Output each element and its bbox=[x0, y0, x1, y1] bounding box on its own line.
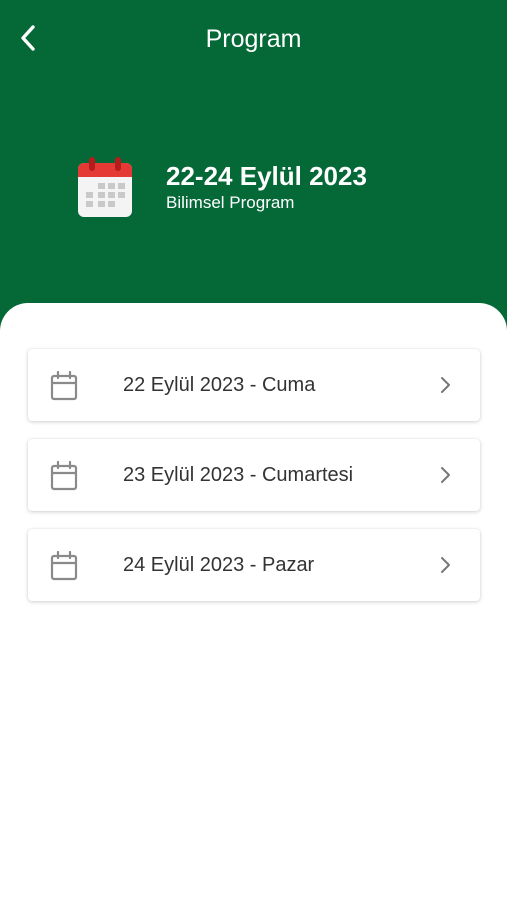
day-item-label: 23 Eylül 2023 - Cumartesi bbox=[123, 464, 354, 486]
day-item-label: 22 Eylül 2023 - Cuma bbox=[123, 374, 316, 396]
chevron-right-icon bbox=[441, 557, 450, 573]
day-list: 22 Eylül 2023 - Cuma 23 Eylül 2023 - Cum… bbox=[28, 349, 480, 619]
day-item-2[interactable]: 23 Eylül 2023 - Cumartesi bbox=[28, 439, 480, 511]
event-summary: 22-24 Eylül 2023 Bilimsel Program bbox=[76, 155, 367, 219]
event-text: 22-24 Eylül 2023 Bilimsel Program bbox=[166, 160, 367, 214]
program-screen: Program 22-24 Eylül 2023 Bilimsel Progra… bbox=[0, 0, 507, 900]
chevron-right-icon bbox=[441, 377, 450, 393]
day-item-1[interactable]: 22 Eylül 2023 - Cuma bbox=[28, 349, 480, 421]
chevron-right-icon bbox=[441, 467, 450, 483]
day-item-label: 24 Eylül 2023 - Pazar bbox=[123, 554, 315, 576]
calendar-icon bbox=[78, 157, 132, 217]
day-item-3[interactable]: 24 Eylül 2023 - Pazar bbox=[28, 529, 480, 601]
event-date: 22-24 Eylül 2023 bbox=[166, 161, 367, 191]
page-title: Program bbox=[205, 25, 302, 53]
calendar-outline-icon bbox=[50, 461, 78, 491]
event-subtitle: Bilimsel Program bbox=[166, 193, 295, 212]
calendar-outline-icon bbox=[50, 371, 78, 401]
calendar-outline-icon bbox=[50, 551, 78, 581]
header: Program 22-24 Eylül 2023 Bilimsel Progra… bbox=[0, 0, 507, 330]
